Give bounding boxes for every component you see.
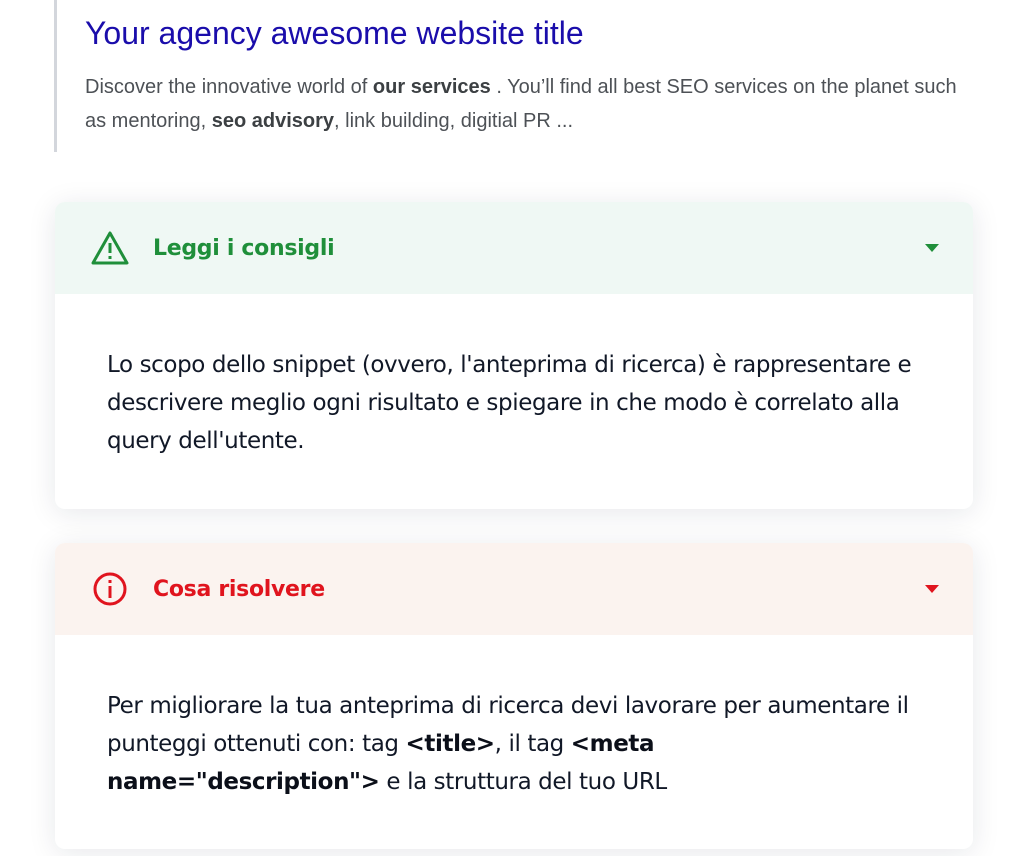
tips-card-body: Lo scopo dello snippet (ovvero, l'antepr…: [107, 352, 912, 454]
info-circle-icon: [89, 568, 131, 610]
tips-card-title: Leggi i consigli: [153, 235, 335, 261]
serp-desc-text-3: , link building, digitial PR ...: [334, 110, 574, 132]
tips-card-header[interactable]: Leggi i consigli: [55, 202, 973, 294]
tips-card: Leggi i consigli Lo scopo dello snippet …: [55, 202, 973, 509]
fix-body-text-2: , il tag: [494, 731, 571, 757]
serp-desc-bold-2: seo advisory: [211, 110, 335, 132]
serp-title[interactable]: Your agency awesome website title: [85, 0, 974, 54]
fix-card-header[interactable]: Cosa risolvere: [55, 543, 973, 635]
fix-body-text-3: e la struttura del tuo URL: [379, 769, 667, 795]
serp-description: Discover the innovative world of our ser…: [85, 70, 974, 138]
serp-desc-bold-1: our services: [372, 76, 491, 98]
chevron-down-icon[interactable]: [925, 244, 939, 252]
fix-card-body: Per migliorare la tua anteprima di ricer…: [55, 635, 973, 801]
serp-preview: Your agency awesome website title Discov…: [54, 0, 974, 152]
fix-card-title: Cosa risolvere: [153, 576, 325, 602]
chevron-down-icon[interactable]: [925, 585, 939, 593]
fix-body-bold-title-tag: <title>: [405, 731, 496, 757]
serp-desc-text-1: Discover the innovative world of: [85, 76, 373, 98]
fix-card: Cosa risolvere Per migliorare la tua ant…: [55, 543, 973, 849]
warning-triangle-icon: [89, 227, 131, 269]
